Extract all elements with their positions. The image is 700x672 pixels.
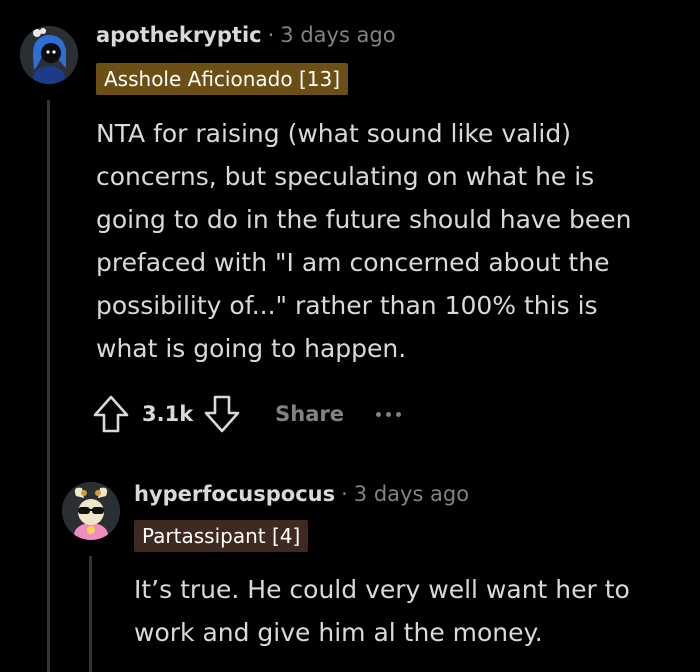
avatar-image bbox=[62, 482, 120, 540]
comment-line: possibility of..." rather than 100% this… bbox=[96, 291, 598, 320]
comment-line: It’s true. He could very well want her t… bbox=[134, 575, 630, 604]
comment-body: NTA for raising (what sound like valid) … bbox=[96, 112, 686, 370]
vote-score: 3.1k bbox=[142, 402, 194, 426]
downvote-arrow-icon[interactable] bbox=[203, 394, 241, 434]
thread-line[interactable] bbox=[47, 100, 50, 672]
username[interactable]: apothekryptic bbox=[96, 23, 262, 47]
share-button[interactable]: Share bbox=[275, 402, 344, 426]
meta-separator: · bbox=[267, 23, 275, 47]
comment-line: work and give him al the money. bbox=[134, 618, 543, 647]
timestamp[interactable]: 3 days ago bbox=[280, 23, 395, 47]
dot bbox=[386, 411, 392, 417]
comment-meta-reply: hyperfocuspocus · 3 days ago bbox=[134, 481, 469, 507]
comment-body-reply: It’s true. He could very well want her t… bbox=[134, 568, 694, 654]
avatar[interactable] bbox=[20, 26, 78, 84]
timestamp[interactable]: 3 days ago bbox=[354, 482, 469, 506]
username[interactable]: hyperfocuspocus bbox=[134, 482, 335, 506]
comment-meta: apothekryptic · 3 days ago bbox=[96, 22, 396, 48]
user-flair: Partassipant [4] bbox=[134, 520, 309, 552]
dot bbox=[396, 411, 402, 417]
comment-line: concerns, but speculating on what he is bbox=[96, 162, 595, 191]
comment-line: what is going to happen. bbox=[96, 334, 407, 363]
comment-actions: 3.1k Share bbox=[92, 390, 402, 438]
avatar-reply[interactable] bbox=[62, 482, 120, 540]
upvote-arrow-icon[interactable] bbox=[92, 394, 130, 434]
meta-separator: · bbox=[341, 482, 348, 506]
avatar-image bbox=[20, 26, 78, 84]
dot bbox=[376, 411, 382, 417]
comment-line: NTA for raising (what sound like valid) bbox=[96, 119, 571, 148]
user-flair: Asshole Aficionado [13] bbox=[96, 63, 348, 95]
thread-line-reply[interactable] bbox=[89, 556, 92, 672]
comment-line: going to do in the future should have be… bbox=[96, 205, 632, 234]
comment-line: prefaced with "I am concerned about the bbox=[96, 248, 610, 277]
more-dots-icon[interactable] bbox=[376, 411, 402, 417]
